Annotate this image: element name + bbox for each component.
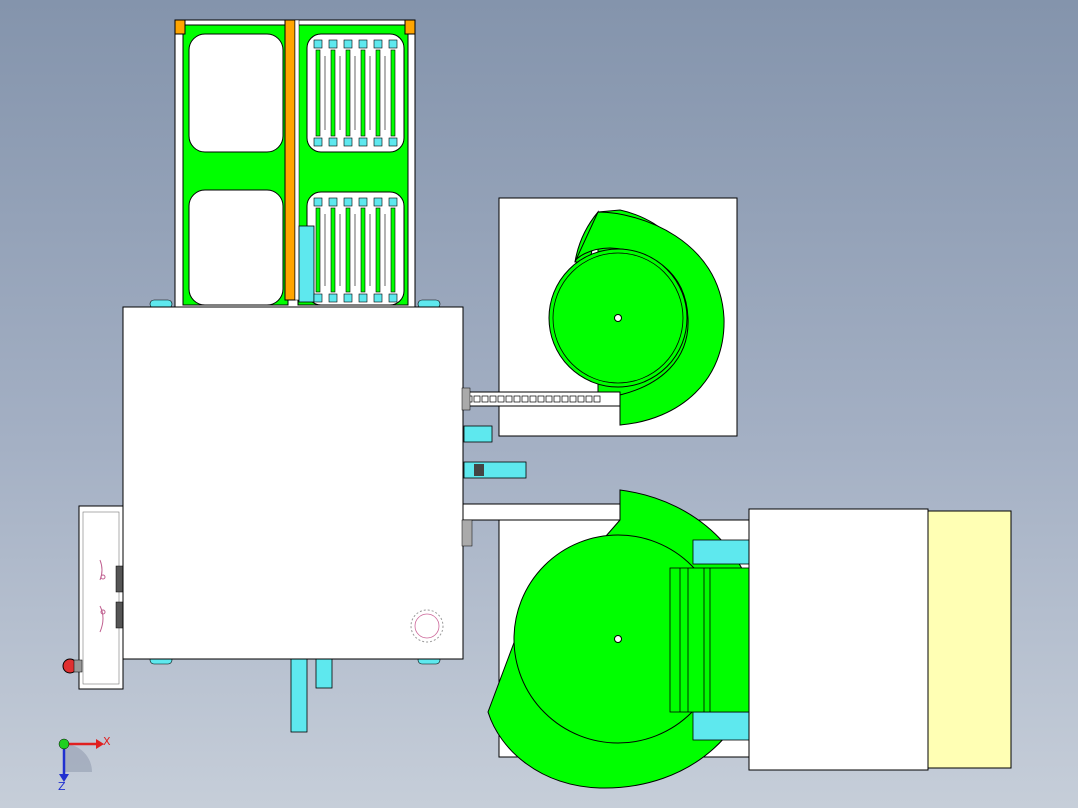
chain-link — [505, 395, 513, 403]
pipe — [315, 657, 333, 689]
z-axis-label: Z — [58, 780, 66, 793]
chain-link — [553, 395, 561, 403]
feeder-housing[interactable] — [748, 508, 929, 771]
yellow-panel[interactable] — [927, 510, 1012, 769]
chain-link — [481, 395, 489, 403]
bracket — [461, 387, 471, 411]
chain-link — [521, 395, 529, 403]
conveyor-chain — [465, 395, 601, 403]
cad-viewport[interactable]: X Z — [0, 0, 1078, 808]
chain-link — [545, 395, 553, 403]
feeder-bowl-upper[interactable] — [461, 197, 738, 437]
chain-link — [489, 395, 497, 403]
x-axis-label: X — [103, 735, 111, 748]
fitting — [463, 425, 493, 443]
magazine-rack[interactable] — [174, 19, 416, 311]
main-block[interactable] — [122, 306, 464, 660]
fitting — [463, 461, 527, 479]
coordinate-triad-icon: X Z — [58, 735, 111, 793]
chain-link — [577, 395, 585, 403]
feeder-bowl-lower[interactable] — [487, 489, 761, 789]
control-panel[interactable] — [62, 505, 125, 690]
cad-top-view[interactable]: X Z — [0, 0, 1078, 808]
chain-link — [497, 395, 505, 403]
chain-link — [593, 395, 601, 403]
chain-link — [561, 395, 569, 403]
chain-link — [473, 395, 481, 403]
chain-link — [537, 395, 545, 403]
transfer-rail — [461, 503, 623, 521]
chain-link — [585, 395, 593, 403]
pipe — [290, 657, 308, 733]
chain-link — [569, 395, 577, 403]
chain-link — [513, 395, 521, 403]
bracket — [461, 519, 473, 547]
fitting-nut — [474, 464, 484, 476]
chain-link — [529, 395, 537, 403]
